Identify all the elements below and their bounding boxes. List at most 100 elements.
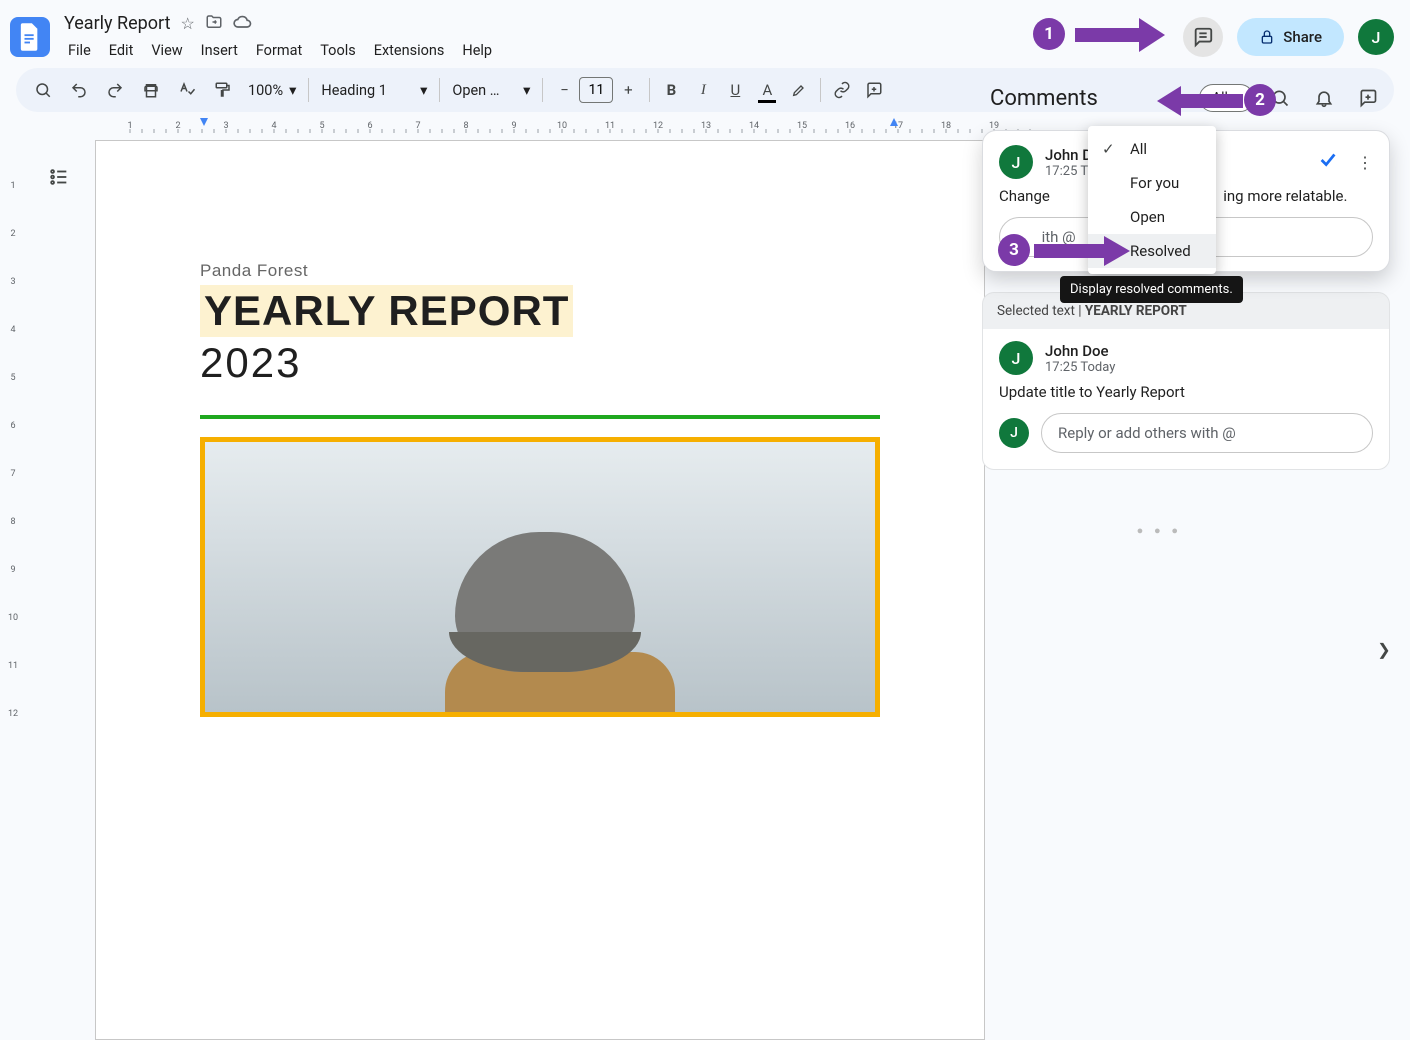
account-avatar[interactable]: J	[1358, 19, 1394, 55]
caret-down-icon: ▾	[420, 82, 427, 99]
comment-author: John Doe	[1045, 342, 1115, 360]
drag-handle-icon[interactable]: ● ● ●	[1137, 524, 1182, 537]
redo-icon	[106, 81, 124, 99]
doc-title[interactable]: Yearly Report	[64, 13, 170, 34]
increase-font-size-button[interactable]: +	[613, 73, 643, 107]
svg-text:12: 12	[8, 709, 18, 719]
svg-text:5: 5	[10, 373, 15, 383]
comment-author-avatar: J	[999, 145, 1033, 179]
menu-tools[interactable]: Tools	[312, 38, 364, 63]
new-comment-button[interactable]	[1350, 80, 1386, 116]
doc-year: 2023	[200, 339, 880, 387]
reply-input[interactable]: Reply or add others with @	[1041, 413, 1373, 453]
spellcheck-button[interactable]	[170, 73, 204, 107]
menu-insert[interactable]: Insert	[193, 38, 246, 63]
font-dropdown[interactable]: Open … ▾	[446, 82, 536, 99]
cover-photo	[200, 437, 880, 717]
document-page[interactable]: Panda Forest YEARLY REPORT 2023	[95, 140, 985, 1040]
document-outline-button[interactable]	[42, 160, 76, 194]
svg-text:10: 10	[8, 613, 18, 623]
svg-text:9: 9	[10, 565, 15, 575]
comment-author-avatar: J	[999, 341, 1033, 375]
tooltip: Display resolved comments.	[1060, 276, 1243, 303]
italic-button[interactable]: I	[688, 73, 718, 107]
bold-button[interactable]: B	[656, 73, 686, 107]
filter-option-all[interactable]: ✓All	[1088, 132, 1216, 166]
annotation-arrow-icon	[1075, 18, 1165, 52]
search-icon	[34, 81, 52, 99]
filter-option-open[interactable]: Open	[1088, 200, 1216, 234]
outline-icon	[48, 166, 70, 188]
redo-button[interactable]	[98, 73, 132, 107]
search-tool[interactable]	[26, 73, 60, 107]
insert-link-button[interactable]	[827, 73, 857, 107]
svg-text:11: 11	[8, 661, 18, 671]
check-icon	[1317, 149, 1339, 171]
doc-file-icon	[19, 23, 41, 51]
annotation-arrow-icon	[1157, 86, 1243, 116]
annotation-badge-1: 1	[1033, 18, 1065, 50]
svg-text:3: 3	[10, 277, 15, 287]
print-button[interactable]	[134, 73, 168, 107]
font-size-input[interactable]	[579, 77, 613, 103]
svg-text:8: 8	[10, 517, 15, 527]
svg-text:2: 2	[10, 229, 15, 239]
filter-option-label: For you	[1130, 174, 1179, 192]
cloud-status-icon[interactable]	[233, 12, 253, 36]
undo-icon	[70, 81, 88, 99]
text-color-button[interactable]: A	[752, 73, 782, 107]
menu-help[interactable]: Help	[454, 38, 500, 63]
paint-roller-icon	[214, 81, 232, 99]
doc-heading-highlighted: YEARLY REPORT	[200, 285, 573, 337]
menu-extensions[interactable]: Extensions	[366, 38, 453, 63]
filter-option-label: All	[1130, 140, 1147, 158]
paragraph-style-dropdown[interactable]: Heading 1 ▾	[315, 82, 433, 99]
underline-button[interactable]: U	[720, 73, 750, 107]
comment-more-button[interactable]: ⋮	[1357, 153, 1373, 172]
share-label: Share	[1283, 28, 1322, 46]
filter-option-label: Resolved	[1130, 242, 1191, 260]
explore-chevron-button[interactable]: ❯	[1368, 633, 1400, 665]
bell-icon	[1314, 88, 1334, 108]
link-icon	[833, 81, 851, 99]
menu-view[interactable]: View	[143, 38, 190, 63]
comment-card[interactable]: J John Doe 17:25 Today Update title to Y…	[982, 329, 1390, 470]
zoom-dropdown[interactable]: 100%▾	[242, 82, 302, 99]
decrease-font-size-button[interactable]: −	[549, 73, 579, 107]
vertical-ruler[interactable]: 123456789101112	[4, 140, 22, 740]
paint-format-button[interactable]	[206, 73, 240, 107]
open-comment-history-button[interactable]	[1183, 17, 1223, 57]
undo-button[interactable]	[62, 73, 96, 107]
star-icon[interactable]: ☆	[180, 14, 194, 33]
svg-text:4: 4	[10, 325, 15, 335]
caret-down-icon: ▾	[289, 82, 296, 99]
menu-bar: FileEditViewInsertFormatToolsExtensionsH…	[60, 36, 500, 63]
docs-logo[interactable]	[10, 17, 50, 57]
share-button[interactable]: Share	[1237, 18, 1344, 56]
filter-option-for-you[interactable]: For you	[1088, 166, 1216, 200]
add-comment-button[interactable]	[859, 73, 889, 107]
menu-edit[interactable]: Edit	[101, 38, 142, 63]
comment-time: 17:25 Today	[1045, 360, 1115, 375]
spellcheck-icon	[178, 81, 196, 99]
menu-file[interactable]: File	[60, 38, 99, 63]
svg-text:1: 1	[10, 181, 15, 191]
add-comment-icon	[865, 81, 883, 99]
comment-notifications-button[interactable]	[1306, 80, 1342, 116]
move-folder-icon[interactable]	[205, 13, 223, 35]
comments-panel-title: Comments	[990, 86, 1098, 111]
svg-text:6: 6	[10, 421, 15, 431]
font-value: Open …	[452, 82, 499, 99]
doc-pretitle: Panda Forest	[200, 261, 880, 281]
resolve-comment-button[interactable]	[1317, 149, 1339, 175]
comments-icon	[1192, 26, 1214, 48]
lock-icon	[1259, 29, 1275, 45]
menu-format[interactable]: Format	[248, 38, 310, 63]
add-comment-icon	[1358, 88, 1378, 108]
caret-down-icon: ▾	[523, 82, 530, 99]
filter-option-label: Open	[1130, 208, 1165, 226]
highlighter-icon	[791, 82, 807, 98]
annotation-badge-2: 2	[1244, 84, 1276, 116]
paragraph-style-value: Heading 1	[321, 82, 387, 99]
highlight-button[interactable]	[784, 73, 814, 107]
